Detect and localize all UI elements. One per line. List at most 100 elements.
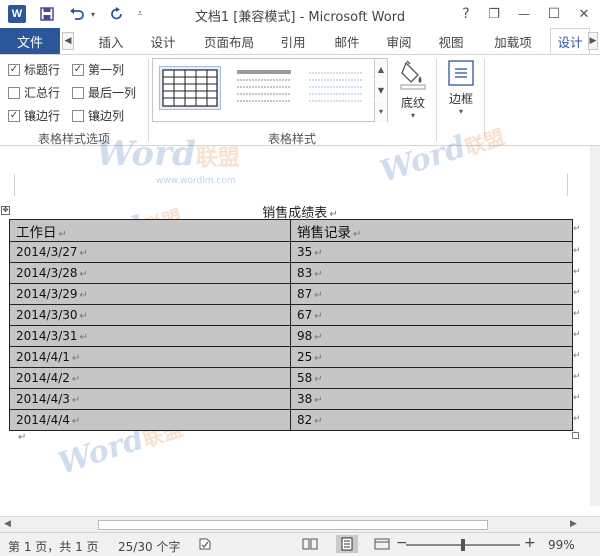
sales-cell[interactable]: 35 ↵ [290, 241, 573, 263]
banded-rows-option[interactable]: ✓ 镶边行 [8, 107, 60, 124]
paint-bucket-icon [398, 59, 428, 94]
zoom-in-button[interactable]: + [524, 535, 536, 551]
read-mode-icon[interactable] [302, 537, 318, 554]
sales-cell[interactable]: 98 ↵ [290, 325, 573, 347]
page-count[interactable]: 第 1 页，共 1 页 [8, 538, 99, 555]
table-styles-group-label: 表格样式 [268, 132, 317, 146]
zoom-slider-thumb[interactable] [461, 539, 465, 551]
tab-page-layout[interactable]: 页面布局 [196, 28, 262, 54]
minimize-button[interactable]: — [512, 4, 536, 24]
style-options-group-label: 表格样式选项 [38, 132, 111, 146]
gallery-more-icon[interactable]: ▾ [374, 101, 387, 122]
tab-table-design[interactable]: 设计 [550, 28, 590, 54]
table-style-grid[interactable] [159, 66, 221, 110]
word-app-icon[interactable]: W [8, 5, 26, 23]
tab-file[interactable]: 文件 [0, 28, 60, 54]
tabs-scroll-left-icon[interactable]: ◀ [62, 32, 74, 50]
row-end-mark: ↵ [573, 393, 581, 403]
scroll-left-icon[interactable]: ◀ [4, 519, 11, 529]
table-move-handle-icon[interactable]: ✥ [1, 206, 10, 215]
shading-button[interactable]: 底纹 ▾ [394, 59, 432, 120]
customize-quick-access-icon[interactable]: ⩡ [134, 4, 146, 24]
borders-button[interactable]: 边框 ▾ [442, 59, 480, 116]
banded-columns-checkbox[interactable] [72, 109, 84, 122]
last-column-option[interactable]: 最后一列 [72, 84, 136, 101]
sales-cell[interactable]: 87 ↵ [290, 283, 573, 305]
header-row-option[interactable]: ✓ 标题行 [8, 61, 60, 78]
ribbon-tabs: 文件 ◀ 插入 设计 页面布局 引用 邮件 审阅 视图 加载项 设计 ▶ [0, 28, 600, 54]
row-end-mark: ↵ [573, 372, 581, 382]
first-column-option[interactable]: ✓ 第一列 [72, 61, 124, 78]
total-row-option[interactable]: 汇总行 [8, 84, 60, 101]
sales-cell[interactable]: 82 ↵ [290, 409, 573, 431]
banded-rows-checkbox[interactable]: ✓ [8, 109, 20, 122]
save-icon[interactable] [36, 4, 58, 24]
tab-addins[interactable]: 加载项 [484, 28, 542, 54]
sales-cell[interactable]: 58 ↵ [290, 367, 573, 389]
shading-dropdown-icon: ▾ [410, 111, 415, 120]
ribbon-display-options-icon[interactable]: ❐ [482, 4, 506, 24]
sales-cell[interactable]: 38 ↵ [290, 388, 573, 410]
scroll-right-icon[interactable]: ▶ [570, 519, 577, 529]
maximize-button[interactable]: ☐ [542, 4, 566, 24]
word-count[interactable]: 25/30 个字 [118, 538, 180, 555]
table-style-light-grid[interactable] [233, 66, 295, 110]
undo-icon[interactable] [66, 4, 88, 24]
row-end-mark: ↵ [573, 330, 581, 340]
borders-icon [447, 59, 475, 90]
horizontal-scrollbar[interactable]: ◀ ▶ [0, 516, 600, 532]
date-cell[interactable]: 2014/3/27 ↵ [9, 241, 291, 263]
scrollbar-thumb[interactable] [98, 520, 488, 530]
date-cell[interactable]: 2014/4/4 ↵ [9, 409, 291, 431]
borders-dropdown-icon: ▾ [458, 107, 463, 116]
sales-cell[interactable]: 67 ↵ [290, 304, 573, 326]
date-cell[interactable]: 2014/3/31 ↵ [9, 325, 291, 347]
tab-insert[interactable]: 插入 [88, 28, 134, 54]
watermark-url: www.wordlm.com [156, 176, 236, 186]
page-margin-right-mark [567, 174, 568, 196]
print-layout-icon[interactable] [336, 535, 358, 553]
web-layout-icon[interactable] [374, 537, 390, 554]
date-cell[interactable]: 2014/4/3 ↵ [9, 388, 291, 410]
table-row: 2014/3/27 ↵ 35 ↵ [9, 241, 573, 263]
redo-icon[interactable] [106, 4, 128, 24]
help-button[interactable]: ? [454, 4, 478, 24]
gallery-up-icon[interactable]: ▲ [374, 59, 387, 79]
tab-references[interactable]: 引用 [270, 28, 316, 54]
header-row-checkbox[interactable]: ✓ [8, 63, 20, 76]
sales-table[interactable]: 工作日 ↵ 销售记录 ↵ 2014/3/27 ↵ 35 ↵ 2014/3/28 ↵ 83 ↵ 2… [9, 219, 573, 431]
table-row: 2014/4/3 ↵ 38 ↵ [9, 388, 573, 410]
date-cell[interactable]: 2014/3/28 ↵ [9, 262, 291, 284]
close-button[interactable]: ✕ [572, 4, 596, 24]
title-bar: W ▾ ⩡ 文档1 [兼容模式] - Microsoft Word ? ❐ — … [0, 0, 600, 28]
undo-dropdown-icon[interactable]: ▾ [88, 4, 98, 24]
date-cell[interactable]: 2014/3/29 ↵ [9, 283, 291, 305]
tab-view[interactable]: 视图 [428, 28, 474, 54]
last-column-label: 最后一列 [88, 86, 137, 100]
ribbon-separator [484, 59, 485, 141]
date-cell[interactable]: 2014/4/2 ↵ [9, 367, 291, 389]
tabs-scroll-right-icon[interactable]: ▶ [588, 32, 598, 50]
row-end-mark: ↵ [573, 224, 581, 234]
document-area[interactable]: Word联盟 www.wordlm.com Word联盟 Word联盟 Word… [0, 125, 600, 532]
header-cell-sales[interactable]: 销售记录 ↵ [290, 219, 573, 242]
first-column-checkbox[interactable]: ✓ [72, 63, 84, 76]
header-cell-date[interactable]: 工作日 ↵ [9, 219, 291, 242]
sales-cell[interactable]: 25 ↵ [290, 346, 573, 368]
zoom-level[interactable]: 99% [548, 538, 575, 552]
gallery-down-icon[interactable]: ▼ [374, 80, 387, 100]
total-row-checkbox[interactable] [8, 86, 20, 99]
table-style-light-list[interactable] [305, 66, 367, 110]
vertical-scrollbar[interactable] [590, 146, 600, 506]
table-resize-handle[interactable] [572, 432, 579, 439]
tab-design[interactable]: 设计 [140, 28, 186, 54]
date-cell[interactable]: 2014/4/1 ↵ [9, 346, 291, 368]
last-column-checkbox[interactable] [72, 86, 84, 99]
date-cell[interactable]: 2014/3/30 ↵ [9, 304, 291, 326]
tab-mailings[interactable]: 邮件 [324, 28, 370, 54]
tab-review[interactable]: 审阅 [376, 28, 422, 54]
sales-cell[interactable]: 83 ↵ [290, 262, 573, 284]
proofing-icon[interactable] [198, 537, 212, 554]
zoom-out-button[interactable]: − [396, 535, 408, 551]
banded-columns-option[interactable]: 镶边列 [72, 107, 124, 124]
